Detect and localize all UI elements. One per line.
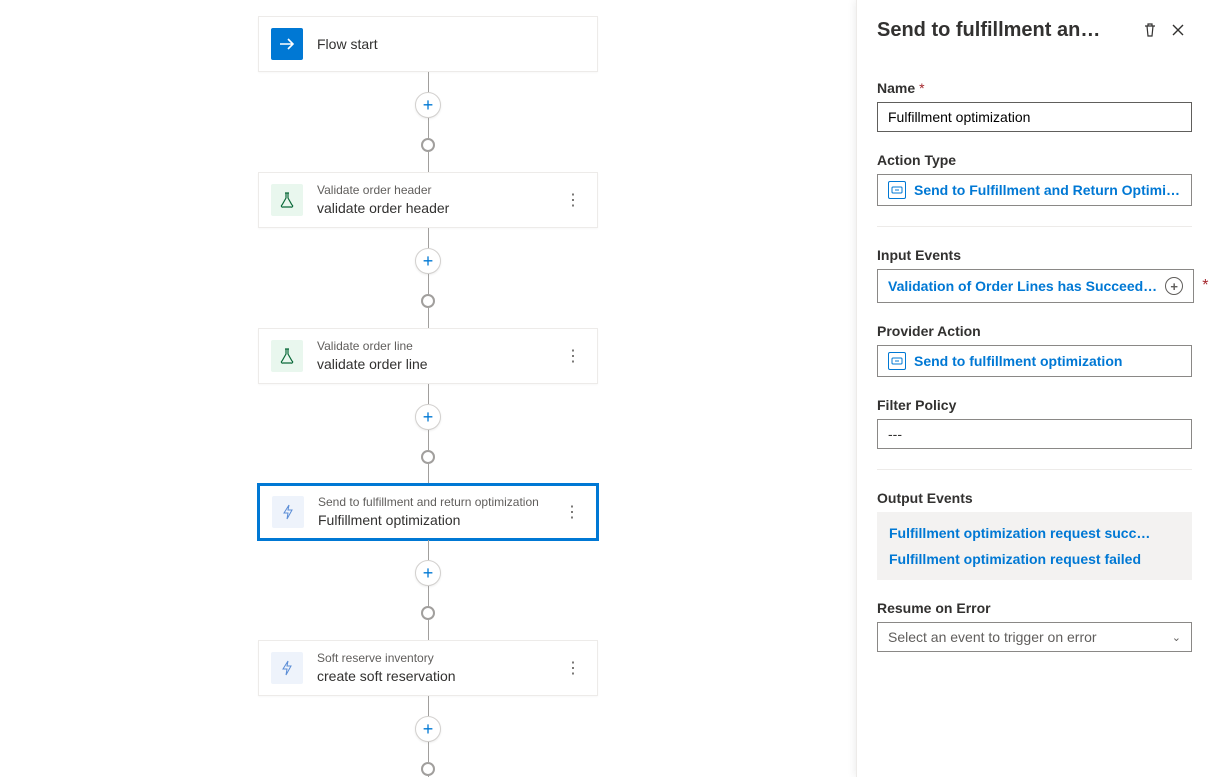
flow-node-validate-order-header[interactable]: Validate order header validate order hea… [258,172,598,228]
delete-button[interactable] [1136,16,1164,44]
provider-action-label: Provider Action [877,323,1192,339]
node-title: Fulfillment optimization [318,511,560,529]
resume-on-error-selector[interactable]: Select an event to trigger on error ⌄ [877,622,1192,652]
panel-title: Send to fulfillment an… [877,19,1136,42]
node-menu-button[interactable]: ⋮ [561,656,585,680]
node-menu-button[interactable]: ⋮ [561,188,585,212]
required-indicator: * [1202,277,1208,295]
node-category: Validate order header [317,183,561,199]
input-event-selector[interactable]: Validation of Order Lines has Succeed… + [877,269,1194,303]
resume-on-error-placeholder: Select an event to trigger on error [888,629,1097,645]
add-step-button[interactable]: + [415,716,441,742]
name-label: Name* [877,80,1192,96]
node-category: Validate order line [317,339,561,355]
input-event-value: Validation of Order Lines has Succeed… [888,278,1157,294]
flow-start-icon [271,28,303,60]
flow-start-label: Flow start [317,35,585,53]
output-events-list: Fulfillment optimization request succ… F… [877,512,1192,580]
flask-icon [271,184,303,216]
filter-policy-selector[interactable]: --- [877,419,1192,449]
chevron-down-icon: ⌄ [1172,631,1181,644]
output-events-label: Output Events [877,490,1192,506]
connector-circle [421,606,435,620]
flow-canvas[interactable]: Flow start + Validate order header valid… [0,0,856,777]
node-category: Send to fulfillment and return optimizat… [318,495,560,511]
node-menu-button[interactable]: ⋮ [560,500,584,524]
add-step-button[interactable]: + [415,248,441,274]
connector-circle [421,138,435,152]
flow-node-fulfillment-optimization[interactable]: Send to fulfillment and return optimizat… [258,484,598,540]
add-step-button[interactable]: + [415,560,441,586]
flow-node-create-soft-reservation[interactable]: Soft reserve inventory create soft reser… [258,640,598,696]
connector-circle [421,450,435,464]
provider-action-selector[interactable]: Send to fulfillment optimization [877,345,1192,377]
action-type-icon [888,181,906,199]
add-step-button[interactable]: + [415,404,441,430]
name-input[interactable] [877,102,1192,132]
node-title: validate order header [317,199,561,217]
connector: + [415,540,441,640]
node-title: validate order line [317,355,561,373]
connector-circle [421,762,435,776]
flow-node-validate-order-line[interactable]: Validate order line validate order line … [258,328,598,384]
connector: + [415,228,441,328]
action-type-selector[interactable]: Send to Fulfillment and Return Optimiza… [877,174,1192,206]
connector: + [415,696,441,777]
action-type-value: Send to Fulfillment and Return Optimiza… [914,182,1181,198]
provider-action-value: Send to fulfillment optimization [914,353,1181,369]
filter-policy-label: Filter Policy [877,397,1192,413]
connector: + [415,384,441,484]
output-event-item[interactable]: Fulfillment optimization request succ… [889,520,1180,546]
flask-icon [271,340,303,372]
resume-on-error-label: Resume on Error [877,600,1192,616]
details-panel: Send to fulfillment an… Name* Action Typ… [856,0,1212,777]
output-event-item[interactable]: Fulfillment optimization request failed [889,546,1180,572]
action-type-label: Action Type [877,152,1192,168]
plus-icon: + [1165,277,1183,295]
node-title: create soft reservation [317,667,561,685]
provider-action-icon [888,352,906,370]
node-menu-button[interactable]: ⋮ [561,344,585,368]
connector-circle [421,294,435,308]
filter-policy-value: --- [888,426,902,442]
lightning-icon [272,496,304,528]
add-step-button[interactable]: + [415,92,441,118]
node-category: Soft reserve inventory [317,651,561,667]
flow-start-node[interactable]: Flow start [258,16,598,72]
input-events-label: Input Events [877,247,1192,263]
close-button[interactable] [1164,16,1192,44]
lightning-icon [271,652,303,684]
connector: + [415,72,441,172]
